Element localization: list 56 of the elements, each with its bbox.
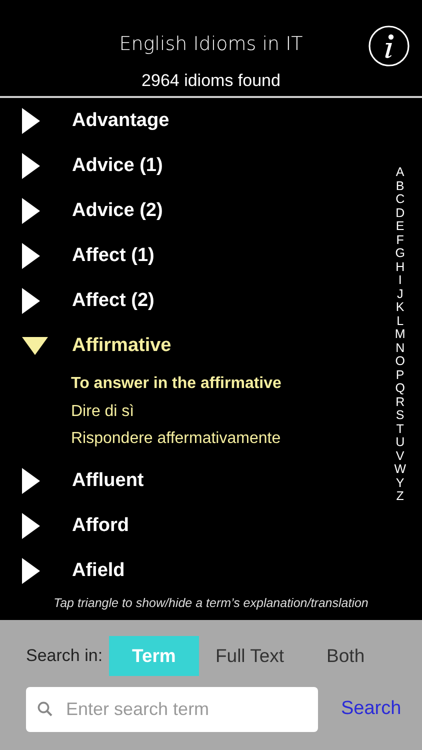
index-letter[interactable]: F [396,234,404,248]
expand-triangle-icon[interactable] [22,513,40,540]
index-letter[interactable]: W [394,463,406,477]
idiom-text: To answer in the affirmative [71,374,282,394]
index-letter[interactable]: I [398,274,402,288]
term-label[interactable]: Afield [72,557,125,586]
expand-triangle-icon[interactable] [22,242,40,269]
index-letter[interactable]: M [394,328,406,342]
hint-text: Tap triangle to show/hide a term’s explanation/translation [52,594,370,612]
index-letter[interactable]: Q [395,382,405,396]
index-letter[interactable]: R [396,396,405,410]
info-icon[interactable] [368,25,410,67]
term-label[interactable]: Afford [72,512,129,541]
collapse-triangle-icon[interactable] [22,336,48,355]
index-letter[interactable]: S [396,409,404,423]
app-title: English Idioms in IT [119,32,303,56]
index-letter[interactable]: A [396,166,404,180]
index-letter[interactable]: U [396,436,405,450]
search-scope-label: Search in: [26,644,103,667]
index-letter[interactable]: V [396,450,404,464]
index-letter[interactable]: Z [396,490,404,504]
index-letter[interactable]: P [396,368,404,382]
result-count: 2964 idioms found [142,70,280,92]
index-letter[interactable]: B [396,180,404,194]
index-letter[interactable]: O [395,355,405,369]
index-letter[interactable]: N [396,342,405,356]
search-field[interactable]: Enter search term [26,686,318,732]
term-label[interactable]: Affluent [72,467,144,496]
scope-option[interactable]: Both [300,636,391,676]
search-button[interactable]: Search [341,694,402,724]
index-letter[interactable]: K [396,301,404,315]
translation-text: Rispondere affermativamente [71,429,281,450]
expand-triangle-icon[interactable] [22,198,40,224]
term-label[interactable]: Affect (1) [72,242,154,270]
expand-triangle-icon[interactable] [22,558,40,584]
index-letter[interactable]: T [396,422,404,436]
index-letter[interactable]: J [396,288,404,302]
index-letter[interactable]: E [396,220,404,234]
index-letter[interactable]: C [396,193,405,207]
index-letter[interactable]: D [396,206,405,220]
scope-option[interactable]: Full Text [204,636,296,676]
index-letter[interactable]: Y [396,476,404,490]
search-icon [37,700,53,717]
translation-text: Dire di sì [71,402,134,422]
index-letter[interactable]: H [396,260,405,274]
expand-triangle-icon[interactable] [22,152,40,179]
term-label[interactable]: Affirmative [72,332,172,360]
term-label[interactable]: Advice (1) [72,152,163,180]
term-label[interactable]: Affect (2) [72,286,154,316]
index-letter[interactable]: L [396,314,404,328]
index-letter[interactable]: G [395,247,405,261]
expand-triangle-icon[interactable] [22,108,40,134]
term-label[interactable]: Advice (2) [72,196,163,226]
expand-triangle-icon[interactable] [22,288,40,314]
term-label[interactable]: Advantage [72,106,170,136]
expand-triangle-icon[interactable] [22,468,40,494]
